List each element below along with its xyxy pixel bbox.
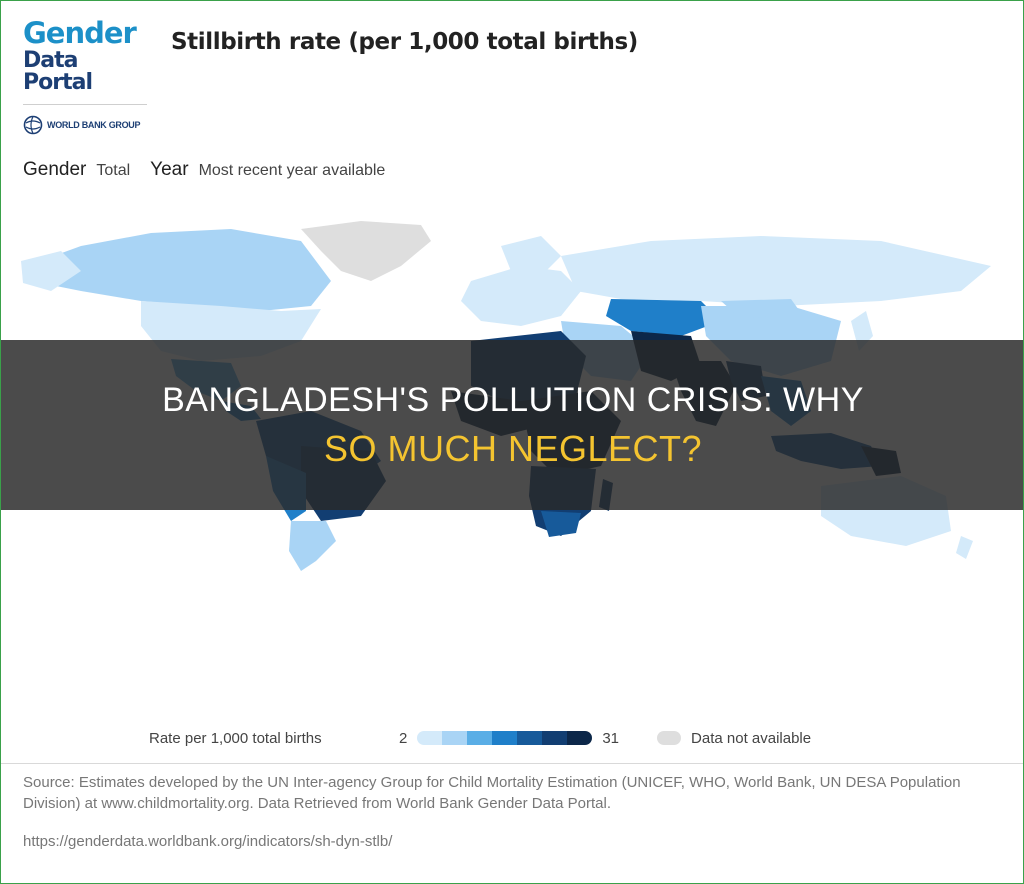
region-russia: [561, 236, 991, 306]
org-name: WORLD BANK GROUP: [47, 120, 141, 130]
gender-filter-label: Gender: [23, 159, 87, 180]
region-argentina-chile: [289, 521, 336, 571]
headline-banner: BANGLADESH'S POLLUTION CRISIS: WHY SO MU…: [1, 340, 1023, 510]
filter-bar: Gender Total Year Most recent year avail…: [23, 159, 405, 181]
logo-divider: [23, 104, 147, 105]
headline-line-2: SO MUCH NEGLECT?: [323, 427, 703, 469]
legend-swatch-5: [517, 731, 543, 745]
legend-max: 31: [602, 729, 620, 747]
logo-line-1: Gender: [23, 16, 137, 50]
region-new-zealand: [956, 536, 973, 559]
source-note: Source: Estimates developed by the UN In…: [23, 774, 961, 812]
year-filter-label: Year: [150, 159, 189, 180]
legend-no-data-label: Data not available: [691, 729, 812, 747]
legend-label: Rate per 1,000 total births: [149, 729, 322, 747]
region-europe: [461, 266, 581, 326]
page-frame: Gender Data Portal WORLD BANK GROUP Stil…: [0, 0, 1024, 884]
gender-filter-value[interactable]: Total: [96, 162, 130, 180]
headline-line-1: BANGLADESH'S POLLUTION CRISIS: WHY: [162, 381, 864, 419]
world-bank-logo: WORLD BANK GROUP: [23, 115, 151, 135]
year-filter-value[interactable]: Most recent year available: [199, 162, 386, 180]
footer-divider: [1, 763, 1023, 764]
region-south-africa: [541, 511, 581, 537]
source-url[interactable]: https://genderdata.worldbank.org/indicat…: [23, 833, 392, 850]
map-legend: Rate per 1,000 total births 2 31 Data no…: [149, 728, 811, 748]
chart-title: Stillbirth rate (per 1,000 total births): [171, 29, 638, 55]
legend-no-data-swatch: [657, 731, 682, 745]
logo-line-2: Data Portal: [23, 48, 93, 95]
legend-swatch-7: [567, 731, 593, 745]
legend-color-scale: [417, 731, 593, 745]
legend-swatch-2: [442, 731, 468, 745]
legend-swatch-6: [542, 731, 568, 745]
legend-swatch-1: [417, 731, 443, 745]
globe-icon: [23, 115, 43, 135]
legend-swatch-3: [467, 731, 493, 745]
gender-data-portal-logo[interactable]: Gender Data Portal WORLD BANK GROUP: [23, 19, 151, 135]
legend-min: 2: [399, 729, 408, 747]
legend-swatch-4: [492, 731, 518, 745]
